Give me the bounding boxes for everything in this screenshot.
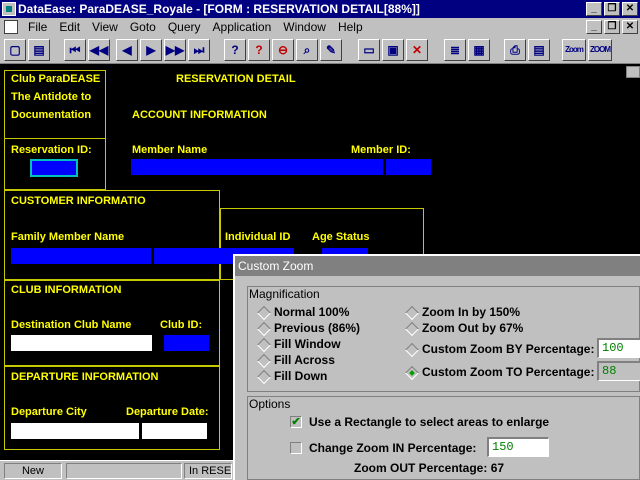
tools-icon[interactable]: ✎: [320, 39, 342, 61]
prev-record-icon[interactable]: ◀: [116, 39, 138, 61]
use-rectangle-label[interactable]: Use a Rectangle to select areas to enlar…: [309, 415, 549, 429]
next-page-icon[interactable]: ▶▶: [164, 39, 186, 61]
app-titlebar: DataEase: ParaDEASE_Royale - [FORM : RES…: [0, 0, 640, 18]
menu-window[interactable]: Window: [277, 18, 332, 36]
status-mode: New: [4, 463, 62, 479]
toolbar: ▢ ▤ ⏮ ◀◀ ◀ ▶ ▶▶ ⏭ ? ? ⊖ ⌕ ✎ ▭ ▣ ✕ ≣ ▦ ⎙ …: [0, 36, 640, 64]
document-icon[interactable]: [4, 20, 18, 34]
print-icon[interactable]: ⎙: [504, 39, 526, 61]
reservation-id-field[interactable]: [30, 159, 78, 177]
open-doc-icon[interactable]: ▤: [28, 39, 50, 61]
status-middle: [66, 463, 182, 479]
departure-info-heading: DEPARTURE INFORMATION: [11, 371, 159, 383]
member-name-label: Member Name: [132, 144, 208, 156]
menu-view[interactable]: View: [86, 18, 124, 36]
individual-id-label: Individual ID: [225, 231, 291, 243]
print-preview-icon[interactable]: ▤: [528, 39, 550, 61]
zoom-out-percentage-label: Zoom OUT Percentage: 67: [354, 461, 505, 475]
club-name-label: Club ParaDEASE: [11, 73, 101, 85]
doc-minimize-button[interactable]: _: [586, 20, 602, 34]
custom-zoom-to-input[interactable]: 88: [597, 361, 640, 381]
options-label: Options: [249, 397, 291, 411]
departure-city-field[interactable]: [11, 423, 139, 439]
custom-zoom-to-option-label[interactable]: Custom Zoom TO Percentage:: [422, 365, 594, 379]
family-member-name-label: Family Member Name: [11, 231, 125, 243]
zoom-in-by-option-label[interactable]: Zoom In by 150%: [422, 305, 520, 319]
dataease-app-icon[interactable]: [2, 2, 16, 16]
custom-zoom-by-input[interactable]: 100: [597, 338, 640, 358]
scrollbar-thumb[interactable]: [626, 66, 640, 78]
document-window-controls: _ ❐ ✕: [586, 20, 638, 34]
minimize-button[interactable]: _: [586, 2, 602, 16]
doc-restore-button[interactable]: ❐: [604, 20, 620, 34]
antidote-label: The Antidote to: [11, 91, 92, 103]
zoom-out-icon[interactable]: ⊖: [272, 39, 294, 61]
menu-application[interactable]: Application: [207, 18, 278, 36]
reservation-id-label: Reservation ID:: [11, 144, 92, 156]
search-icon[interactable]: ⌕: [296, 39, 318, 61]
help-icon[interactable]: ?: [224, 39, 246, 61]
menu-help[interactable]: Help: [332, 18, 369, 36]
magnification-label: Magnification: [249, 287, 320, 301]
window-title: DataEase: ParaDEASE_Royale - [FORM : RES…: [18, 2, 420, 16]
status-context: In RESE: [184, 463, 232, 479]
menu-goto[interactable]: Goto: [124, 18, 162, 36]
change-zoom-in-input[interactable]: 150: [487, 437, 549, 457]
departure-date-label: Departure Date:: [126, 406, 209, 418]
doc-close-button[interactable]: ✕: [622, 20, 638, 34]
first-record-icon[interactable]: ⏮: [64, 39, 86, 61]
custom-zoom-by-option-label[interactable]: Custom Zoom BY Percentage:: [422, 342, 594, 356]
documentation-label: Documentation: [11, 109, 92, 121]
zoom-out-text-icon[interactable]: ZOOM: [588, 39, 612, 61]
departure-date-field[interactable]: [142, 423, 207, 439]
age-status-label: Age Status: [312, 231, 370, 243]
save-icon[interactable]: ▣: [382, 39, 404, 61]
zoom-in-icon[interactable]: Zoom: [562, 39, 586, 61]
next-record-icon[interactable]: ▶: [140, 39, 162, 61]
customer-info-heading: CUSTOMER INFORMATION: [11, 195, 146, 207]
new-doc-icon[interactable]: ▢: [4, 39, 26, 61]
edit-form-icon[interactable]: ▭: [358, 39, 380, 61]
fill-window-option-label[interactable]: Fill Window: [274, 337, 341, 351]
menu-edit[interactable]: Edit: [53, 18, 86, 36]
close-button[interactable]: ✕: [622, 2, 638, 16]
club-info-heading: CLUB INFORMATION: [11, 284, 122, 296]
departure-city-label: Departure City: [11, 406, 87, 418]
member-name-field[interactable]: [131, 159, 383, 175]
fill-down-option-label[interactable]: Fill Down: [274, 369, 327, 383]
family-member-name-field[interactable]: [11, 248, 151, 264]
destination-club-name-field[interactable]: [11, 335, 152, 351]
change-zoom-in-label[interactable]: Change Zoom IN Percentage:: [309, 441, 476, 455]
restore-button[interactable]: ❐: [604, 2, 620, 16]
fill-across-option-label[interactable]: Fill Across: [274, 353, 335, 367]
window-controls: _ ❐ ✕: [586, 2, 638, 16]
form-title: RESERVATION DETAIL: [176, 73, 296, 85]
destination-club-name-label: Destination Club Name: [11, 319, 132, 331]
query-icon[interactable]: ?: [248, 39, 270, 61]
dialog-title[interactable]: Custom Zoom: [235, 256, 640, 276]
club-id-label: Club ID:: [160, 319, 203, 331]
menu-file[interactable]: File: [22, 18, 53, 36]
normal-option-label[interactable]: Normal 100%: [274, 305, 349, 319]
custom-zoom-dialog: Custom Zoom Magnification Normal 100% Pr…: [233, 254, 640, 480]
account-info-heading: ACCOUNT INFORMATION: [132, 109, 267, 121]
prev-page-icon[interactable]: ◀◀: [88, 39, 110, 61]
member-id-label: Member ID:: [351, 144, 411, 156]
table-view-icon[interactable]: ▦: [468, 39, 490, 61]
club-id-field[interactable]: [164, 335, 209, 351]
last-record-icon[interactable]: ⏭: [188, 39, 210, 61]
previous-option-label[interactable]: Previous (86%): [274, 321, 360, 335]
menubar: File Edit View Goto Query Application Wi…: [0, 18, 640, 36]
menu-query[interactable]: Query: [162, 18, 207, 36]
member-id-field[interactable]: [386, 159, 431, 175]
use-rectangle-checkbox[interactable]: ✔: [290, 416, 302, 428]
delete-icon[interactable]: ✕: [406, 39, 428, 61]
form-view-icon[interactable]: ≣: [444, 39, 466, 61]
change-zoom-in-checkbox[interactable]: [290, 442, 302, 454]
zoom-out-by-option-label[interactable]: Zoom Out by 67%: [422, 321, 523, 335]
